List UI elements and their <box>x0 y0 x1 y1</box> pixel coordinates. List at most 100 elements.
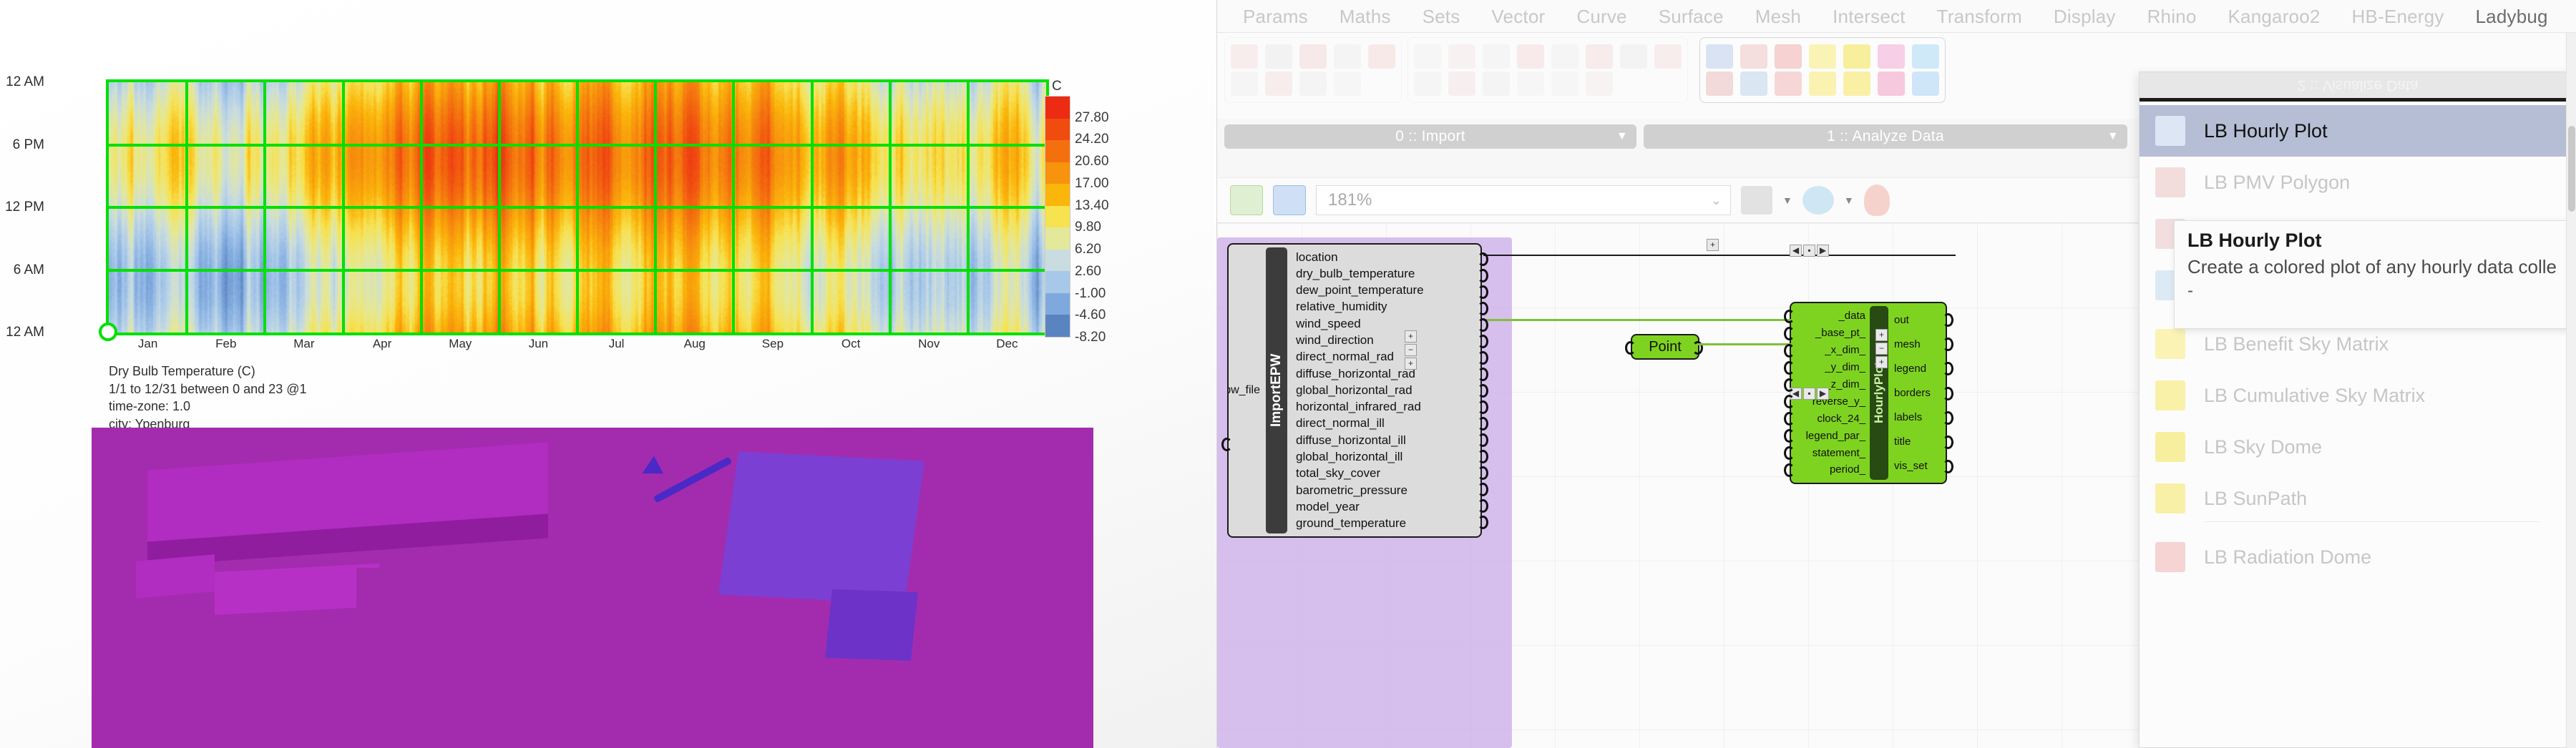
3d-geometry-preview[interactable] <box>92 428 1093 748</box>
ribbon-tab-ladybug[interactable]: Ladybug <box>2460 0 2564 33</box>
chevron-down-icon[interactable]: ▼ <box>2107 130 2119 143</box>
location-icon[interactable] <box>1265 44 1292 69</box>
importepw-output-port[interactable] <box>1478 335 1488 348</box>
zoom-widget-prev[interactable]: ◀ <box>1790 245 1802 257</box>
hourlyplot-output-legend[interactable]: legend <box>1894 363 1926 375</box>
plot-origin-handle[interactable] <box>99 323 117 341</box>
hourlyplot-output-port[interactable] <box>1943 387 1953 400</box>
ddy-icon[interactable] <box>1334 72 1361 96</box>
ribbon-tab-intersect[interactable]: Intersect <box>1817 0 1921 33</box>
import-csv-icon[interactable] <box>1299 72 1327 96</box>
zoom-widget-plus[interactable]: + <box>1707 239 1719 251</box>
importepw-output-barometric-pressure[interactable]: barometric_pressure <box>1296 483 1407 498</box>
importepw-output-port[interactable] <box>1478 400 1488 414</box>
chart-3d-icon[interactable] <box>1912 72 1939 96</box>
hourlyplot-output-port[interactable] <box>1943 362 1953 375</box>
hourlyplot-input-port[interactable] <box>1784 310 1795 323</box>
canvas-zoom-widget-top[interactable]: + <box>1707 239 1719 251</box>
zoom-widget-menu[interactable]: ▪ <box>1803 245 1815 257</box>
hourly-plot-icon[interactable] <box>1706 44 1733 69</box>
importepw-output-dry-bulb-temperature[interactable]: dry_bulb_temperature <box>1296 267 1415 281</box>
hourlyplot-input-port[interactable] <box>1784 378 1795 392</box>
component-point[interactable]: Point <box>1631 334 1699 360</box>
hourlyplot-input-legend-par[interactable]: legend_par_ <box>1806 430 1865 442</box>
importepw-output-diffuse-horizontal-rad[interactable]: diffuse_horizontal_rad <box>1296 367 1415 381</box>
hourlyplot-output-port[interactable] <box>1943 411 1953 425</box>
search-weather-icon[interactable] <box>1231 72 1258 96</box>
ribbon-tab-sets[interactable]: Sets <box>1407 0 1476 33</box>
hourlyplot-output-port[interactable] <box>1943 460 1953 473</box>
category-bar-import[interactable]: 0 :: Import ▼ <box>1224 124 1636 149</box>
ribbon-group-visualize[interactable] <box>1699 37 1946 103</box>
ribbon-tab-kangaroo2[interactable]: Kangaroo2 <box>2212 0 2336 33</box>
floppy-save-icon[interactable] <box>1273 185 1306 215</box>
pedestrian-icon[interactable] <box>1551 72 1579 96</box>
ribbon-tab-maths[interactable]: Maths <box>1324 0 1407 33</box>
visualize-data-dropdown[interactable]: 2 :: Visualize Data LB Hourly PlotLB PMV… <box>2139 72 2576 748</box>
hourlyplot-input-port[interactable] <box>1784 446 1795 460</box>
dropdown-item-lb-cumulative-sky-matrix[interactable]: LB Cumulative Sky Matrix <box>2140 370 2576 421</box>
stat-file-icon[interactable] <box>1368 44 1395 69</box>
rhino-viewport[interactable]: 12 AM6 PM12 PM6 AM12 AM JanFebMarAprMayJ… <box>0 0 1216 748</box>
ribbon-tab-curve[interactable]: Curve <box>1561 0 1642 33</box>
zoom-widget-minus[interactable]: − <box>1875 343 1888 355</box>
importepw-output-direct-normal-rad[interactable]: direct_normal_rad <box>1296 350 1394 364</box>
grasshopper-scrollbar[interactable] <box>2566 33 2576 748</box>
hourlyplot-output-borders[interactable]: borders <box>1894 387 1931 399</box>
download-weather-icon[interactable] <box>1299 44 1327 69</box>
pmv-polygon-icon[interactable] <box>1706 72 1733 96</box>
zoom-widget-plus[interactable]: + <box>1405 358 1417 370</box>
wind-rose-icon[interactable] <box>1878 44 1905 69</box>
importepw-input-epw-file[interactable]: _epw_file <box>1227 384 1260 397</box>
benefit-sky-icon[interactable] <box>1809 72 1836 96</box>
radiation-dome-icon[interactable] <box>1775 72 1802 96</box>
zoom-level-field[interactable]: 181% ⌄ <box>1316 185 1731 215</box>
ribbon-group-import[interactable] <box>1224 37 1402 103</box>
zoom-extents-icon[interactable] <box>1741 186 1772 215</box>
bake-flame-icon[interactable] <box>1864 184 1890 216</box>
importepw-output-ground-temperature[interactable]: ground_temperature <box>1296 516 1406 531</box>
zoom-widget-menu[interactable]: ▪ <box>1803 388 1815 400</box>
psychrometric-chart-icon[interactable] <box>1775 44 1802 69</box>
hourlyplot-input-statement[interactable]: statement_ <box>1813 447 1865 459</box>
grasshopper-ribbon-tabs[interactable]: ParamsMathsSetsVectorCurveSurfaceMeshInt… <box>1217 0 2576 33</box>
importepw-output-port[interactable] <box>1478 252 1488 266</box>
hourlyplot-output-vis-set[interactable]: vis_set <box>1894 460 1928 472</box>
hourlyplot-input-y-dim[interactable]: _y_dim_ <box>1825 361 1865 373</box>
chevron-down-icon[interactable]: ▼ <box>1616 130 1628 143</box>
wind-profile-icon[interactable] <box>1912 44 1939 69</box>
zoom-widget-minus[interactable]: − <box>1405 344 1417 356</box>
zoom-widget-plus[interactable]: + <box>1875 329 1888 341</box>
eye-preview-icon[interactable] <box>1802 186 1834 215</box>
zoom-widget-next[interactable]: ▶ <box>1817 388 1829 400</box>
dropdown-item-lb-hourly-plot[interactable]: LB Hourly Plot <box>2140 105 2576 157</box>
ribbon-tab-transform[interactable]: Transform <box>1921 0 2038 33</box>
hourlyplot-output-out[interactable]: out <box>1894 314 1909 326</box>
importepw-output-port[interactable] <box>1478 368 1488 381</box>
importepw-output-diffuse-horizontal-ill[interactable]: diffuse_horizontal_ill <box>1296 433 1406 448</box>
zoom-widget-plus[interactable]: + <box>1405 330 1417 343</box>
importepw-output-relative-humidity[interactable]: relative_humidity <box>1296 300 1387 314</box>
hourlyplot-input-base-pt[interactable]: _base_pt_ <box>1815 327 1865 339</box>
hourlyplot-input-port[interactable] <box>1784 327 1795 340</box>
canvas-zoom-widget-hourlyplot[interactable]: ◀ ▪ ▶ <box>1790 245 1829 257</box>
canvas-zoom-widget-bottom[interactable]: ◀ ▪ ▶ <box>1790 388 1829 400</box>
importepw-output-port[interactable] <box>1478 384 1488 398</box>
sunpath-icon[interactable] <box>1843 44 1870 69</box>
component-importepw[interactable]: _epw_file ImportEPW locationdry_bulb_tem… <box>1227 243 1482 538</box>
ribbon-tab-rhino[interactable]: Rhino <box>2132 0 2212 33</box>
importepw-output-port[interactable] <box>1478 285 1488 299</box>
ribbon-tab-vector[interactable]: Vector <box>1475 0 1561 33</box>
importepw-output-global-horizontal-ill[interactable]: global_horizontal_ill <box>1296 450 1402 464</box>
importepw-port-epw-file[interactable] <box>1221 438 1232 451</box>
importepw-output-port[interactable] <box>1478 318 1488 332</box>
filter-data-icon[interactable] <box>1483 72 1510 96</box>
importepw-output-wind-speed[interactable]: wind_speed <box>1296 317 1361 331</box>
stats-icon[interactable] <box>1654 44 1682 69</box>
open-folder-icon[interactable] <box>1230 185 1263 215</box>
import-data-icon[interactable] <box>1265 72 1292 96</box>
arithmetic-icon[interactable] <box>1448 72 1475 96</box>
apply-analysis-icon[interactable] <box>1448 44 1475 69</box>
importepw-output-model-year[interactable]: model_year <box>1296 500 1360 514</box>
zoom-extents-caret-icon[interactable]: ▼ <box>1782 195 1792 206</box>
